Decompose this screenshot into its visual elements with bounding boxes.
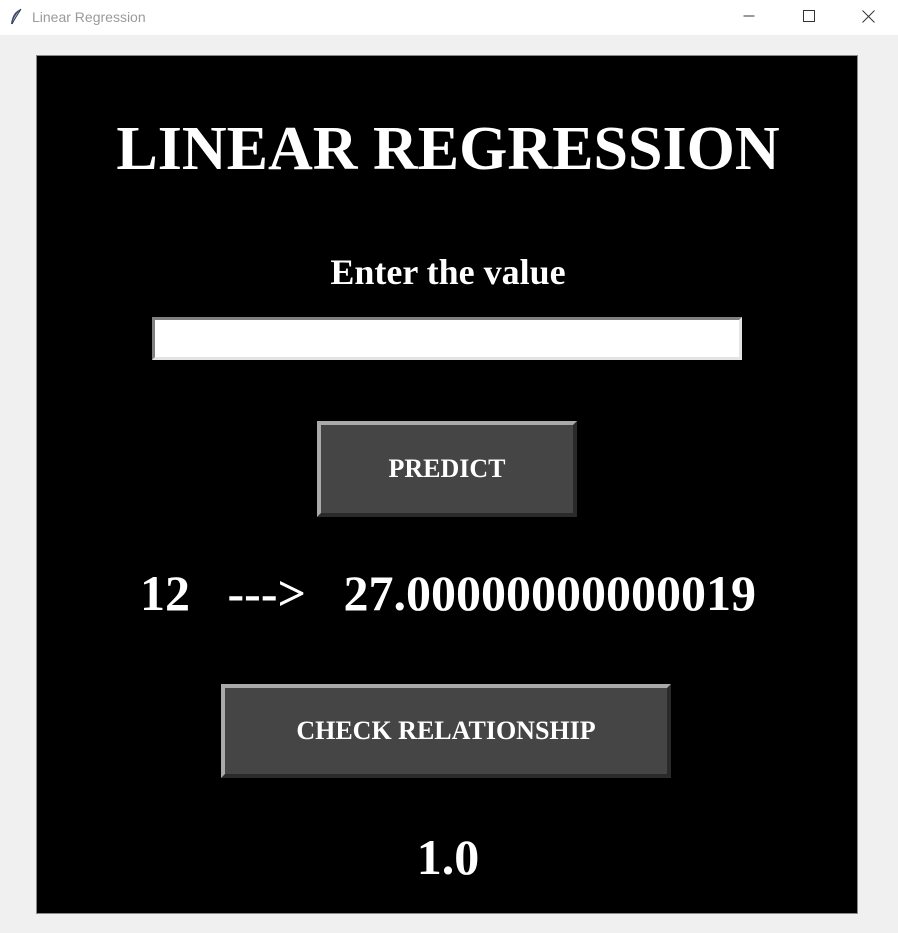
minimize-icon (743, 15, 755, 17)
feather-icon (9, 8, 23, 26)
value-input[interactable] (151, 316, 743, 361)
close-icon (861, 9, 875, 23)
main-canvas: LINEAR REGRESSION Enter the value PREDIC… (36, 55, 858, 914)
close-button[interactable] (845, 0, 891, 32)
relationship-value: 1.0 (416, 829, 480, 885)
maximize-button[interactable] (786, 0, 832, 32)
minimize-button[interactable] (726, 0, 772, 32)
page-title: LINEAR REGRESSION (116, 115, 780, 183)
prediction-result: 12 ---> 27.00000000000019 (140, 565, 756, 621)
title-bar: Linear Regression (0, 0, 898, 35)
maximize-icon (803, 10, 815, 22)
check-relationship-button[interactable]: CHECK RELATIONSHIP (221, 684, 671, 778)
input-label: Enter the value (330, 252, 566, 292)
window-title: Linear Regression (32, 9, 146, 25)
predict-button[interactable]: PREDICT (317, 421, 577, 517)
